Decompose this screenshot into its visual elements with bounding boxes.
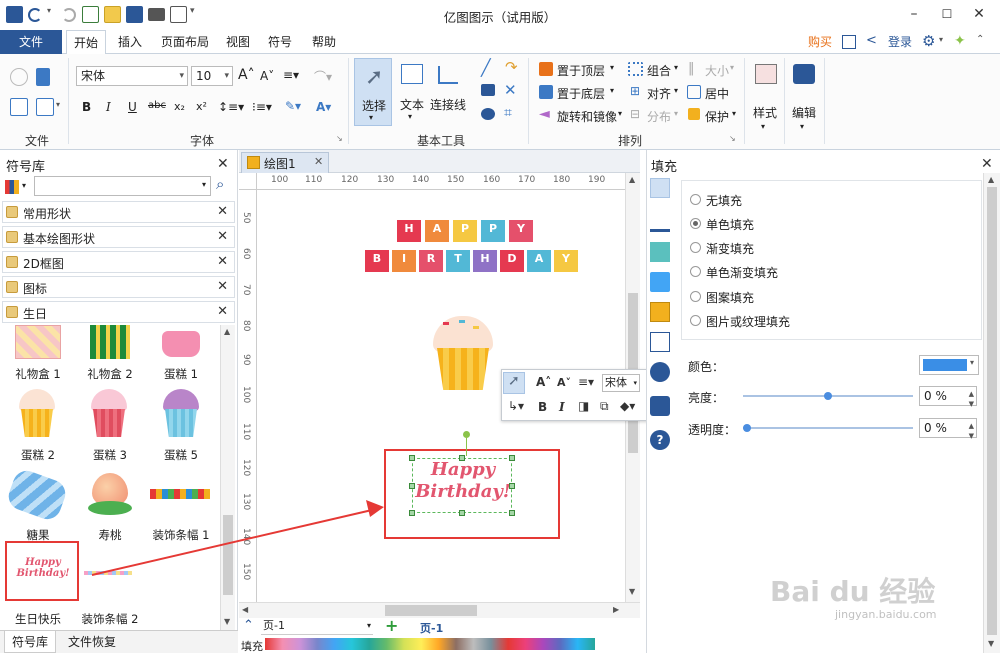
watermark-brand: Bai du 经验 — [770, 575, 936, 608]
annotation-arrow — [91, 500, 384, 576]
watermark-url: jingyan.baidu.com — [835, 608, 937, 621]
